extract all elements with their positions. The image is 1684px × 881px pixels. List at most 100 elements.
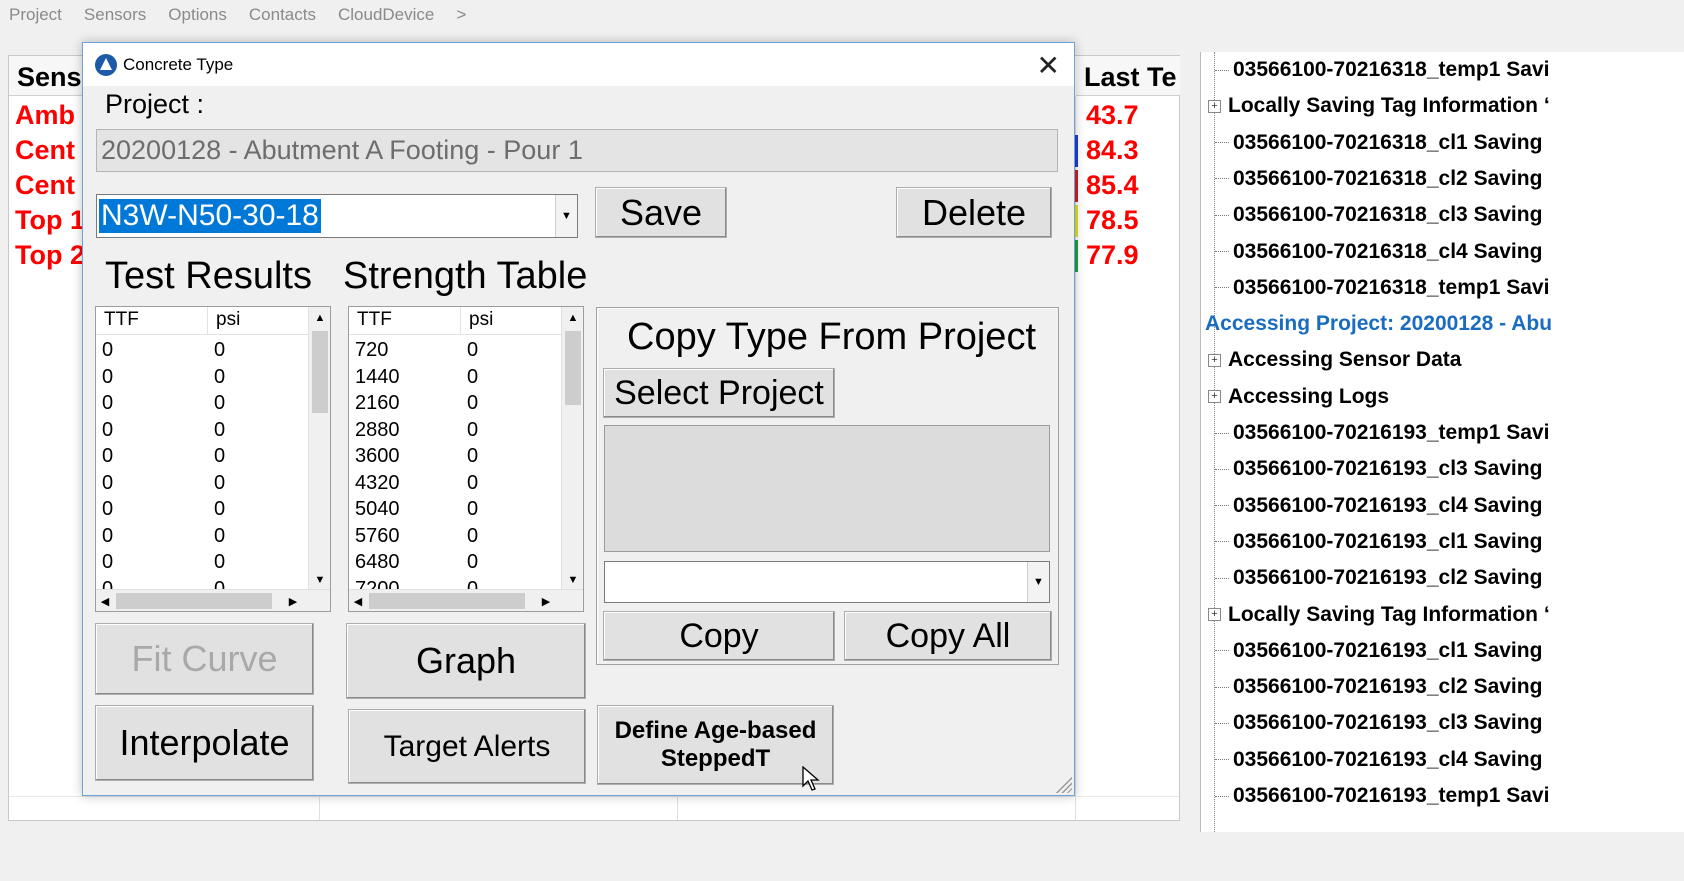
table-row[interactable]: 00: [96, 472, 308, 499]
close-icon[interactable]: ✕: [1037, 49, 1060, 82]
table-row[interactable]: 6480 0: [349, 551, 561, 578]
tree-item[interactable]: + Accessing Sensor Data: [1208, 342, 1461, 378]
expand-icon[interactable]: +: [1208, 353, 1221, 367]
project-type-combo[interactable]: ▼: [604, 561, 1050, 603]
psi-cell: 0: [214, 498, 226, 520]
menu-clouddevice[interactable]: CloudDevice: [338, 5, 434, 25]
copy-all-button[interactable]: Copy All: [844, 611, 1052, 661]
copy-button[interactable]: Copy: [603, 611, 835, 661]
column-header-ttf[interactable]: TTF: [349, 307, 461, 334]
expand-icon[interactable]: +: [1208, 390, 1221, 404]
target-alerts-button[interactable]: Target Alerts: [348, 709, 586, 784]
scroll-up-icon[interactable]: ▲: [309, 307, 330, 329]
scroll-right-icon[interactable]: ▶: [537, 590, 555, 611]
scroll-right-icon[interactable]: ▶: [284, 590, 302, 611]
scrollbar-thumb[interactable]: [312, 331, 328, 413]
resize-grip-icon[interactable]: [1054, 775, 1072, 793]
delete-button[interactable]: Delete: [896, 187, 1052, 238]
chevron-down-icon[interactable]: ▼: [555, 195, 577, 237]
last-temp-column-header[interactable]: Last Te: [1076, 56, 1180, 96]
tree-item[interactable]: 03566100-70216318_cl2 Saving: [1215, 161, 1542, 197]
table-row[interactable]: 1440 0: [349, 366, 561, 393]
scroll-down-icon[interactable]: ▼: [562, 569, 583, 591]
tree-item[interactable]: 03566100-70216193_cl3 Saving: [1215, 451, 1542, 487]
tree-item[interactable]: 03566100-70216318_cl4 Saving: [1215, 234, 1542, 270]
table-row[interactable]: 2880 0: [349, 419, 561, 446]
table-row[interactable]: 00: [96, 339, 308, 366]
fit-curve-button[interactable]: Fit Curve: [95, 623, 314, 695]
dialog-titlebar[interactable]: Concrete Type ✕: [83, 43, 1074, 86]
test-results-list[interactable]: TTF psi 00000000000000000000 ▲ ▼ ◀ ▶: [95, 306, 331, 612]
concrete-type-combo[interactable]: N3W-N50-30-18 ▼: [96, 194, 578, 238]
scroll-up-icon[interactable]: ▲: [562, 307, 583, 329]
scroll-down-icon[interactable]: ▼: [309, 569, 330, 591]
table-row[interactable]: 5760 0: [349, 525, 561, 552]
column-header-ttf[interactable]: TTF: [96, 307, 208, 334]
table-row[interactable]: 00: [96, 498, 308, 525]
menu-contacts[interactable]: Contacts: [249, 5, 316, 25]
vertical-scrollbar[interactable]: ▲ ▼: [561, 307, 583, 591]
sensor-name[interactable]: Amb: [15, 100, 75, 131]
tree-item[interactable]: 03566100-70216193_temp1 Savi: [1215, 415, 1549, 451]
tree-item[interactable]: 03566100-70216193_cl2 Saving: [1215, 669, 1542, 705]
tree-item[interactable]: 03566100-70216193_cl4 Saving: [1215, 742, 1542, 778]
sensor-name[interactable]: Cent: [15, 135, 75, 166]
tree-item[interactable]: + Locally Saving Tag Information ‘: [1208, 597, 1550, 633]
tree-item[interactable]: 03566100-70216318_temp1 Savi: [1215, 270, 1549, 306]
select-project-button[interactable]: Select Project: [603, 368, 835, 418]
table-row[interactable]: 5040 0: [349, 498, 561, 525]
save-button[interactable]: Save: [595, 187, 727, 238]
table-row[interactable]: 4320 0: [349, 472, 561, 499]
table-row[interactable]: 00: [96, 419, 308, 446]
expand-icon[interactable]: +: [1208, 99, 1221, 113]
project-list-box[interactable]: [604, 425, 1050, 552]
tree-item[interactable]: 03566100-70216193_cl1 Saving: [1215, 524, 1542, 560]
table-row[interactable]: 00: [96, 366, 308, 393]
table-row[interactable]: 00: [96, 525, 308, 552]
tree-item[interactable]: 03566100-70216193_cl2 Saving: [1215, 560, 1542, 596]
sensor-name[interactable]: Top 1: [15, 205, 85, 236]
scroll-left-icon[interactable]: ◀: [349, 590, 367, 611]
table-row[interactable]: 720 0: [349, 339, 561, 366]
tree-item[interactable]: 03566100-70216318_cl1 Saving: [1215, 125, 1542, 161]
tree-item[interactable]: 03566100-70216193_cl4 Saving: [1215, 488, 1542, 524]
tree-item[interactable]: 03566100-70216193_temp1 Savi: [1215, 778, 1549, 814]
tree-item[interactable]: 03566100-70216318_temp1 Savi: [1215, 52, 1549, 88]
tree-item[interactable]: + Accessing Logs: [1208, 379, 1389, 415]
concrete-type-value[interactable]: N3W-N50-30-18: [99, 199, 321, 233]
tree-item[interactable]: 03566100-70216193_cl1 Saving: [1215, 633, 1542, 669]
expand-icon[interactable]: +: [1208, 608, 1221, 621]
menu-options[interactable]: Options: [168, 5, 227, 25]
menu-project[interactable]: Project: [9, 5, 62, 25]
tree-item[interactable]: Accessing Project: 20200128 - Abu: [1205, 306, 1552, 342]
define-age-based-steppedt-button[interactable]: Define Age-based SteppedT: [597, 705, 834, 785]
table-row[interactable]: 00: [96, 445, 308, 472]
scroll-left-icon[interactable]: ◀: [96, 590, 114, 611]
column-header-psi[interactable]: psi: [208, 307, 310, 334]
ttf-cell: 2160: [355, 392, 400, 414]
scrollbar-thumb[interactable]: [369, 593, 525, 609]
graph-button[interactable]: Graph: [346, 623, 586, 699]
activity-log-tree[interactable]: 03566100-70216318_temp1 Savi + Locally Sav…: [1200, 52, 1684, 832]
chevron-down-icon[interactable]: ▼: [1027, 562, 1049, 602]
scrollbar-thumb[interactable]: [116, 593, 272, 609]
vertical-scrollbar[interactable]: ▲ ▼: [308, 307, 330, 591]
interpolate-button[interactable]: Interpolate: [95, 705, 314, 781]
horizontal-scrollbar[interactable]: ◀ ▶: [349, 589, 583, 611]
strength-table-list[interactable]: TTF psi 720 0 1440 0 2160 0 2880 0 3600 0 4320 0 504…: [348, 306, 584, 612]
sensor-name[interactable]: Cent: [15, 170, 75, 201]
tree-item[interactable]: + Locally Saving Tag Information ‘: [1208, 88, 1550, 124]
tree-item[interactable]: 03566100-70216318_cl3 Saving: [1215, 197, 1542, 233]
table-row[interactable]: 00: [96, 392, 308, 419]
sensor-name[interactable]: Top 2: [15, 240, 85, 271]
scrollbar-thumb[interactable]: [565, 331, 581, 405]
column-header-psi[interactable]: psi: [461, 307, 563, 334]
menu-sensors[interactable]: Sensors: [84, 5, 146, 25]
table-row[interactable]: 3600 0: [349, 445, 561, 472]
table-row[interactable]: 00: [96, 551, 308, 578]
horizontal-scrollbar[interactable]: ◀ ▶: [96, 589, 330, 611]
table-row[interactable]: 2160 0: [349, 392, 561, 419]
menu-more[interactable]: >: [456, 5, 466, 25]
tree-item[interactable]: 03566100-70216193_cl3 Saving: [1215, 705, 1542, 741]
tree-connector: [1215, 432, 1229, 434]
